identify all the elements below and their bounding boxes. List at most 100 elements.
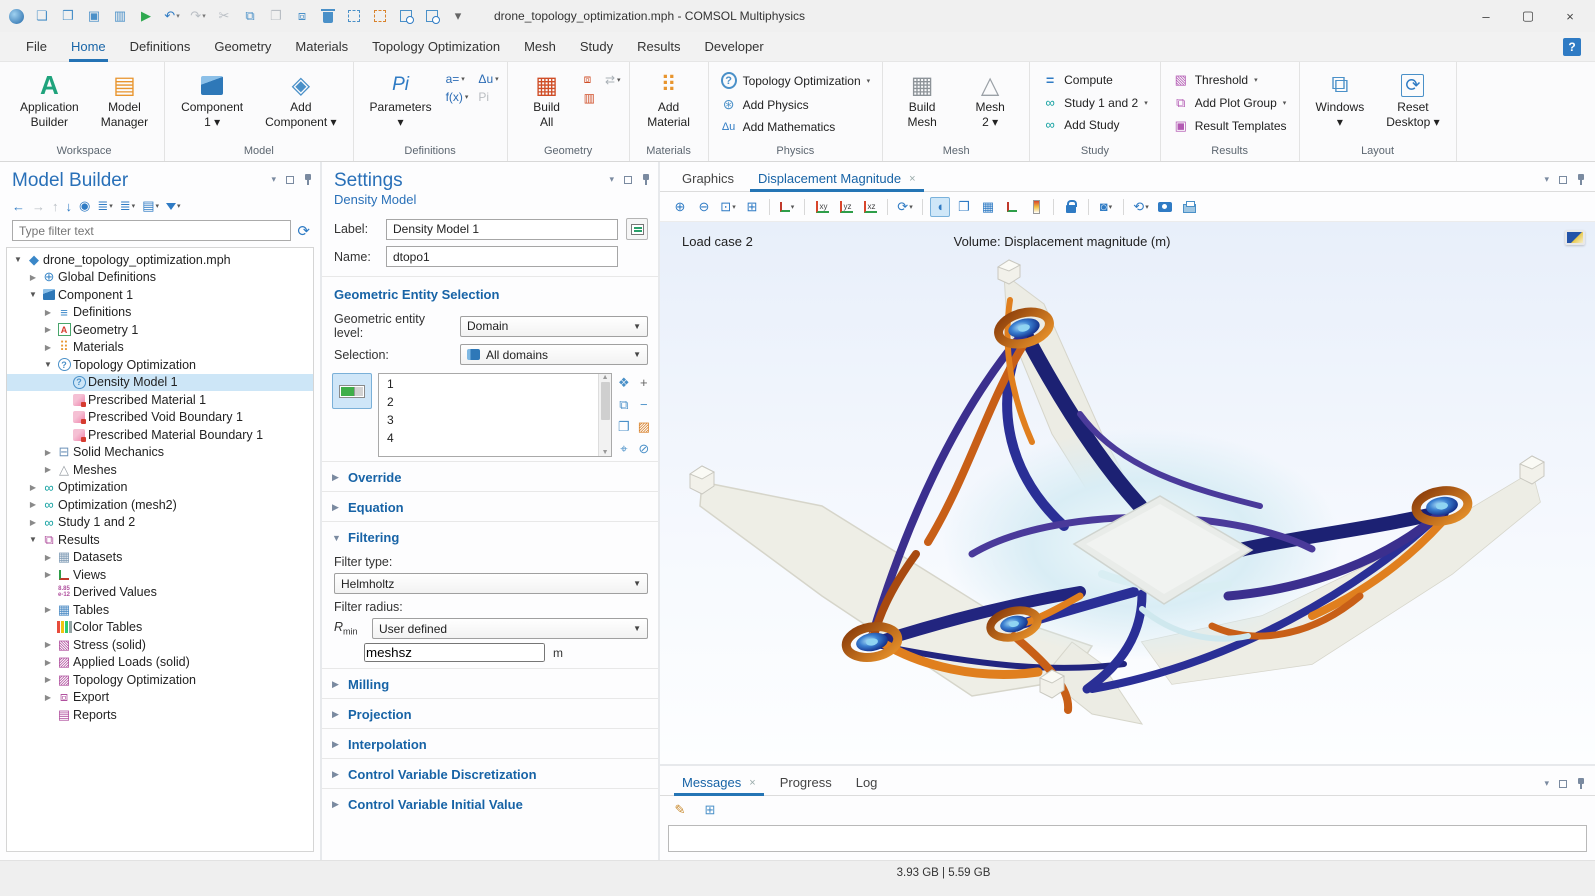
zoom-in-button[interactable]: ⊕	[670, 197, 690, 217]
plot-update-button[interactable]: ⟲▾	[1131, 197, 1151, 217]
tree-item-tables[interactable]: ▶▦Tables	[7, 601, 313, 619]
selection-list-scrollbar[interactable]: ▲ ▼	[598, 374, 611, 456]
remove-from-selection-button[interactable]: −	[640, 397, 648, 412]
tree-collapsed-arrow[interactable]: ▶	[41, 693, 55, 702]
tree-item-prescribed-material-1[interactable]: Prescribed Material 1	[7, 391, 313, 409]
tree-collapsed-arrow[interactable]: ▶	[41, 605, 55, 614]
move-up-button[interactable]: ↑	[52, 199, 59, 214]
messages-output[interactable]	[668, 825, 1587, 852]
scene-light-button[interactable]: ◖	[930, 197, 950, 217]
add-physics-button[interactable]: ⊛Add Physics	[717, 94, 875, 115]
tree-item-optimization[interactable]: ▶∞Optimization	[7, 479, 313, 497]
tree-collapsed-arrow[interactable]: ▶	[26, 273, 40, 282]
model-manager-button[interactable]: ▤ModelManager	[93, 66, 156, 134]
add-component-button[interactable]: ◈AddComponent ▾	[257, 66, 344, 134]
print-button[interactable]	[1179, 197, 1199, 217]
tree-item-color-tables[interactable]: Color Tables	[7, 619, 313, 637]
build-all-button[interactable]: ▦BuildAll	[516, 66, 578, 134]
copy[interactable]: ⧉	[238, 4, 262, 28]
tree-filter-input[interactable]	[12, 220, 291, 241]
cut[interactable]: ✂	[212, 4, 236, 28]
show-axis-orientation-button[interactable]	[1002, 197, 1022, 217]
maximize-button[interactable]: ▢	[1507, 1, 1549, 31]
panel-pin-icon[interactable]	[1577, 778, 1585, 789]
select-box[interactable]	[342, 4, 366, 28]
menu-tab-definitions[interactable]: Definitions	[118, 32, 203, 62]
parameters-button[interactable]: PiParameters▾	[362, 66, 440, 134]
scroll-down-icon[interactable]: ▼	[602, 449, 609, 456]
clear-selection-button[interactable]: ▨	[638, 419, 650, 434]
graphics-tab-graphics[interactable]: Graphics	[670, 166, 746, 191]
tree-collapsed-arrow[interactable]: ▶	[26, 518, 40, 527]
create-selection-button[interactable]: ❖	[618, 375, 630, 390]
selection-list[interactable]: 1234 ▲ ▼	[378, 373, 612, 457]
forward-button[interactable]: →	[32, 199, 45, 214]
menu-tab-geometry[interactable]: Geometry	[202, 32, 283, 62]
graphics-tab-displacement-magnitude[interactable]: Displacement Magnitude×	[746, 166, 928, 191]
move-down-button[interactable]: ↓	[66, 199, 73, 214]
panel-float-icon[interactable]	[1559, 780, 1567, 788]
show-button[interactable]: ◉	[79, 198, 90, 214]
tree-item-study-1-and-2[interactable]: ▶∞Study 1 and 2	[7, 514, 313, 532]
tree-collapsed-arrow[interactable]: ▶	[41, 640, 55, 649]
filter-radius-input[interactable]	[364, 643, 545, 662]
menu-tab-materials[interactable]: Materials	[283, 32, 360, 62]
tree-item-density-model-1[interactable]: ?Density Model 1	[7, 374, 313, 392]
filter-type-dropdown[interactable]: Helmholtz ▼	[334, 573, 648, 594]
panel-menu-icon[interactable]: ▾	[271, 175, 276, 184]
threshold-button[interactable]: ▧Threshold▾	[1169, 70, 1291, 90]
comsol-logo[interactable]	[4, 4, 28, 28]
scroll-up-icon[interactable]: ▲	[602, 374, 609, 381]
build-mesh-button[interactable]: ▦BuildMesh	[891, 66, 953, 134]
nonlocal-couplings-button[interactable]: Δu▾	[478, 72, 498, 86]
selection-entry-4[interactable]: 4	[379, 430, 598, 448]
view-lock-button[interactable]	[1061, 197, 1081, 217]
tree-item-applied-loads-solid[interactable]: ▶▨Applied Loads (solid)	[7, 654, 313, 672]
menu-tab-developer[interactable]: Developer	[692, 32, 775, 62]
tree-collapsed-arrow[interactable]: ▶	[41, 675, 55, 684]
tree-item-export[interactable]: ▶⧈Export	[7, 689, 313, 707]
selection-entry-3[interactable]: 3	[379, 412, 598, 430]
run[interactable]: ▶	[134, 4, 158, 28]
new-file[interactable]: ❏	[30, 4, 54, 28]
tree-collapsed-arrow[interactable]: ▶	[41, 343, 55, 352]
rename-button[interactable]	[626, 218, 648, 240]
messages-tab-log[interactable]: Log	[844, 770, 890, 795]
add-plot-group-button[interactable]: ⧉Add Plot Group▾	[1169, 93, 1291, 113]
tree-item-solid-mechanics[interactable]: ▶⊟Solid Mechanics	[7, 444, 313, 462]
close-button[interactable]: ×	[1549, 1, 1591, 31]
selection-entry-2[interactable]: 2	[379, 394, 598, 412]
menu-tab-mesh[interactable]: Mesh	[512, 32, 568, 62]
add-to-selection-button[interactable]: +	[640, 375, 648, 390]
menu-tab-study[interactable]: Study	[568, 32, 625, 62]
close-tab-icon[interactable]: ×	[749, 777, 755, 789]
color-legend-button[interactable]	[1026, 197, 1046, 217]
functions-button[interactable]: f(x)▾	[446, 90, 469, 104]
menu-tab-topology-optimization[interactable]: Topology Optimization	[360, 32, 512, 62]
tree-item-derived-values[interactable]: 8.85e-12Derived Values	[7, 584, 313, 602]
variables-button[interactable]: a=▾	[446, 72, 469, 86]
panel-float-icon[interactable]	[1559, 176, 1567, 184]
mesh-2-button[interactable]: △Mesh2 ▾	[959, 66, 1021, 134]
graphics-canvas[interactable]: Load case 2 Volume: Displacement magnitu…	[660, 222, 1595, 764]
delete[interactable]	[316, 4, 340, 28]
panel-pin-icon[interactable]	[642, 174, 650, 185]
zoom-extents-button[interactable]: ⊞	[742, 197, 762, 217]
close-tab-icon[interactable]: ×	[909, 173, 915, 185]
add-study-button[interactable]: ∞Add Study	[1038, 115, 1152, 134]
tree-collapsed-arrow[interactable]: ▶	[41, 553, 55, 562]
tree-item-optimization-mesh2[interactable]: ▶∞Optimization (mesh2)	[7, 496, 313, 514]
duplicate[interactable]: ⧈	[290, 4, 314, 28]
plot-thumbnail-icon[interactable]	[1565, 230, 1585, 245]
compute-button[interactable]: =Compute	[1038, 70, 1152, 90]
tree-collapsed-arrow[interactable]: ▶	[41, 308, 55, 317]
update-button[interactable]: ⇄▾	[605, 72, 621, 87]
messages-tab-messages[interactable]: Messages×	[670, 770, 768, 795]
tree-expanded-arrow[interactable]: ▼	[26, 535, 40, 544]
tree-item-prescribed-void-boundary-1[interactable]: Prescribed Void Boundary 1	[7, 409, 313, 427]
tree-collapsed-arrow[interactable]: ▶	[41, 448, 55, 457]
tree-item-datasets[interactable]: ▶▦Datasets	[7, 549, 313, 567]
image-snapshot-button[interactable]	[1155, 197, 1175, 217]
result-templates-button[interactable]: ▣Result Templates	[1169, 116, 1291, 136]
add-material-button[interactable]: ⠿AddMaterial	[638, 66, 700, 134]
